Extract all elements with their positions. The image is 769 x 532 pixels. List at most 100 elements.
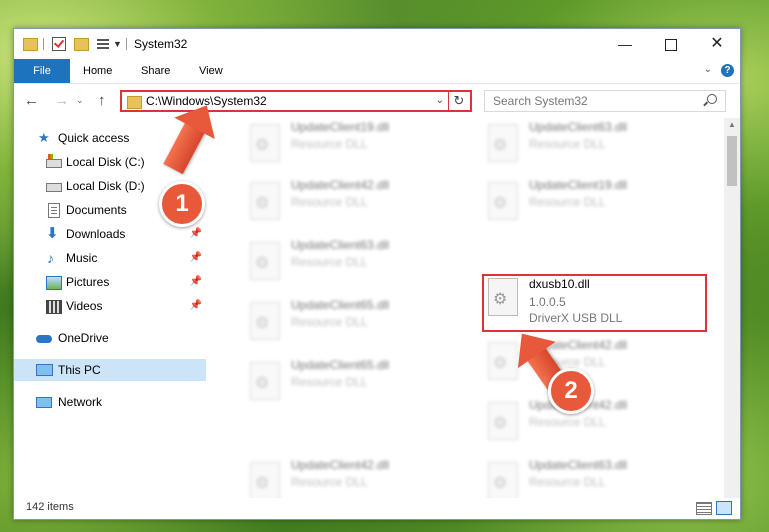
details-view-icon[interactable] (696, 502, 712, 515)
downloads-icon: ⬇ (46, 225, 59, 242)
file-explorer-window: ▼ System32 — ✕ File Home Share View ⌄ ? … (13, 28, 741, 520)
list-item[interactable]: UpdateClient42.dll Resource DLL (482, 396, 707, 444)
file-description: Resource DLL (529, 415, 606, 429)
sidebar-item-label: Local Disk (D:) (66, 179, 145, 193)
scroll-thumb[interactable] (727, 136, 737, 186)
ribbon: File Home Share View ⌄ ? (14, 59, 740, 84)
sidebar-item-pictures[interactable]: Pictures 📌 (14, 271, 206, 293)
sidebar-item-label: Videos (66, 299, 103, 313)
file-name: UpdateClient19.dll (529, 178, 628, 192)
up-button[interactable]: ↑ (98, 92, 106, 109)
file-name: UpdateClient42.dll (291, 178, 390, 192)
minimize-button[interactable]: — (602, 29, 648, 59)
sidebar-item-this-pc[interactable]: This PC (14, 359, 206, 381)
file-list: UpdateClient19.dll Resource DLL UpdateCl… (206, 118, 724, 500)
item-count: 142 items (26, 501, 74, 513)
help-icon[interactable]: ? (721, 64, 734, 77)
window-title: System32 (134, 37, 188, 51)
sidebar-item-music[interactable]: ♪ Music 📌 (14, 247, 206, 269)
list-item[interactable]: UpdateClient65.dll Resource DLL (244, 296, 469, 344)
list-item[interactable]: UpdateClient63.dll Resource DLL (482, 456, 707, 504)
refresh-button[interactable]: ↻ (448, 92, 469, 110)
separator (43, 38, 44, 50)
recent-locations-icon[interactable]: ⌄ (76, 95, 84, 106)
pictures-icon (46, 276, 62, 290)
pin-icon[interactable]: 📌 (190, 223, 202, 245)
dll-file-icon (250, 182, 280, 220)
list-item[interactable]: UpdateClient63.dll Resource DLL (244, 236, 469, 284)
vertical-scrollbar[interactable]: ▲ (724, 118, 740, 498)
file-name: UpdateClient19.dll (291, 120, 390, 134)
forward-button[interactable]: → (54, 92, 69, 109)
sidebar-item-label: Network (58, 395, 103, 409)
disk-icon (46, 183, 62, 192)
address-bar[interactable]: C:\Windows\System32 ⌄ ↻ (120, 90, 472, 112)
expand-ribbon-icon[interactable]: ⌄ (704, 64, 712, 75)
dll-file-icon (250, 242, 280, 280)
file-description: Resource DLL (529, 475, 606, 489)
file-description: Resource DLL (291, 315, 368, 329)
sidebar-item-label: Local Disk (C:) (66, 155, 145, 169)
pin-icon[interactable]: 📌 (190, 247, 202, 269)
title-bar: ▼ System32 — ✕ (14, 29, 740, 59)
pin-icon[interactable]: 📌 (190, 295, 202, 317)
highlight-box (482, 274, 707, 332)
sidebar-item-label: OneDrive (58, 331, 109, 345)
dll-file-icon (488, 402, 518, 440)
search-input[interactable]: Search System32 (493, 94, 588, 108)
properties-icon[interactable] (97, 37, 109, 49)
file-name: UpdateClient63.dll (529, 120, 628, 134)
back-button[interactable]: ← (24, 92, 39, 109)
tab-view[interactable]: View (185, 59, 237, 83)
dll-file-icon (250, 302, 280, 340)
file-description: Resource DLL (291, 375, 368, 389)
sidebar-item-network[interactable]: Network (14, 391, 206, 413)
list-item[interactable]: UpdateClient19.dll Resource DLL (244, 118, 469, 166)
large-icons-view-icon[interactable] (716, 501, 732, 515)
dll-file-icon (250, 124, 280, 162)
sidebar-item-label: Downloads (66, 227, 126, 241)
tab-home[interactable]: Home (69, 59, 126, 83)
new-folder-icon[interactable] (74, 38, 89, 51)
tab-share[interactable]: Share (127, 59, 184, 83)
dll-file-icon (250, 362, 280, 400)
quick-access-dropdown-icon[interactable]: ▼ (113, 39, 122, 53)
scroll-up-icon[interactable]: ▲ (728, 120, 736, 129)
onedrive-icon (36, 335, 52, 343)
maximize-icon (665, 39, 677, 52)
address-dropdown-icon[interactable]: ⌄ (436, 95, 444, 106)
properties-check-icon[interactable] (52, 37, 66, 51)
sidebar-item-label: Documents (66, 203, 127, 217)
sidebar-item-label: Music (66, 251, 98, 265)
list-item[interactable]: UpdateClient65.dll Resource DLL (244, 356, 469, 404)
search-box[interactable]: Search System32 (484, 90, 726, 112)
sidebar-item-onedrive[interactable]: OneDrive (14, 327, 206, 349)
list-item[interactable]: UpdateClient19.dll Resource DLL (482, 176, 707, 224)
sidebar-item-videos[interactable]: Videos 📌 (14, 295, 206, 317)
file-description: Resource DLL (291, 137, 368, 151)
list-item[interactable]: UpdateClient63.dll Resource DLL (482, 118, 707, 166)
navigation-pane: ★ Quick access Local Disk (C:) Local Dis… (14, 118, 206, 498)
documents-icon (48, 203, 60, 218)
network-icon (36, 397, 52, 408)
file-name: UpdateClient65.dll (291, 358, 390, 372)
file-name: UpdateClient63.dll (291, 238, 390, 252)
sidebar-item-label: Pictures (66, 275, 110, 289)
list-item[interactable]: UpdateClient42.dll Resource DLL (244, 456, 469, 504)
disk-icon (46, 154, 62, 168)
tab-file[interactable]: File (14, 59, 70, 83)
list-item[interactable]: UpdateClient42.dll Resource DLL (244, 176, 469, 224)
file-name: UpdateClient65.dll (291, 298, 390, 312)
folder-icon[interactable] (23, 38, 38, 51)
videos-icon (46, 300, 62, 314)
dll-file-icon (488, 462, 518, 500)
file-description: Resource DLL (291, 475, 368, 489)
sidebar-item-label: Quick access (58, 131, 130, 145)
navigation-bar: ← → ⌄ ↑ C:\Windows\System32 ⌄ ↻ Search S… (14, 84, 740, 118)
pin-icon[interactable]: 📌 (190, 271, 202, 293)
close-button[interactable]: ✕ (694, 29, 740, 59)
file-description: Resource DLL (529, 137, 606, 151)
file-description: Resource DLL (291, 255, 368, 269)
maximize-button[interactable] (648, 29, 694, 59)
step-2-badge: 2 (548, 368, 594, 414)
